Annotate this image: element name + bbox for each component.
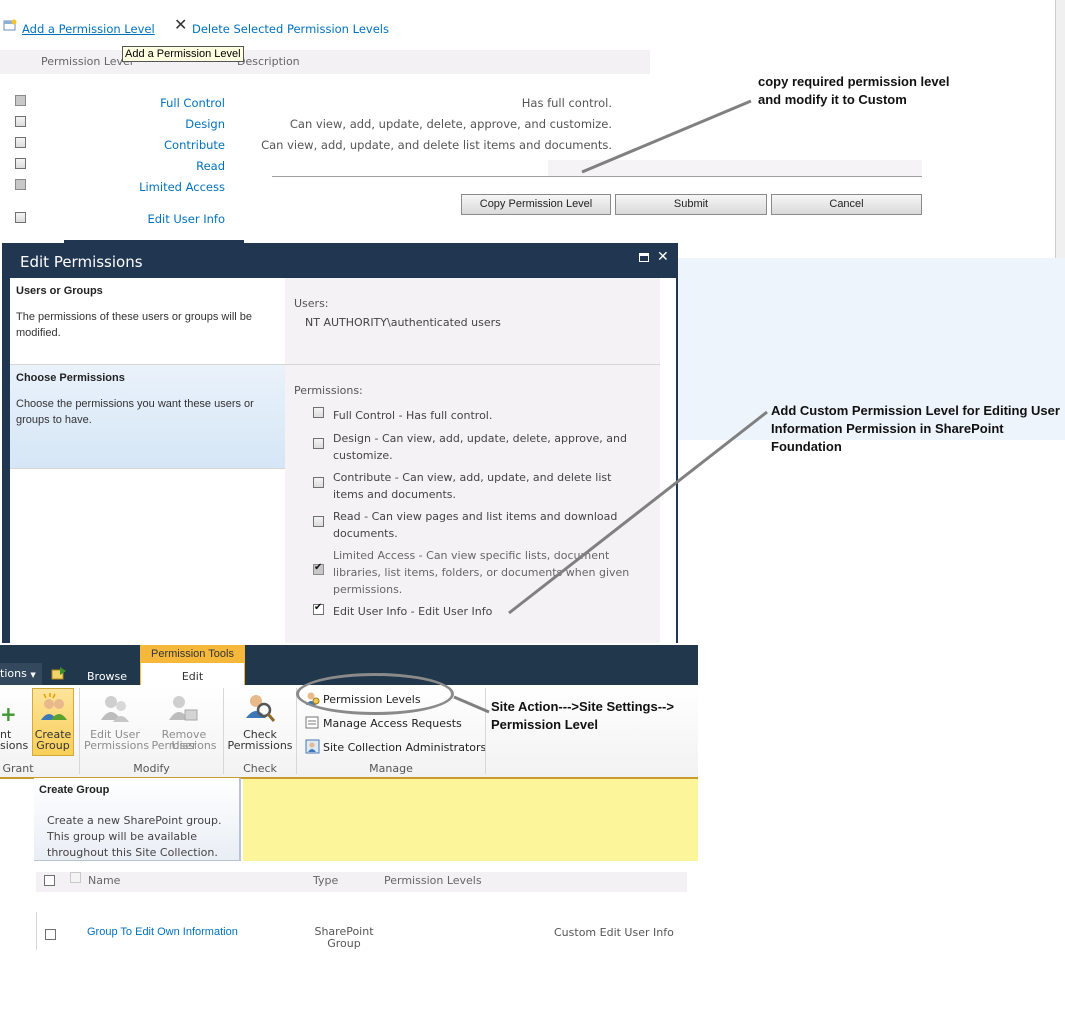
arrow-copy-note [581,99,752,174]
annotation-arrows [453,99,768,714]
arrow-custom-note [508,410,768,615]
arrow-path-note [453,695,490,714]
